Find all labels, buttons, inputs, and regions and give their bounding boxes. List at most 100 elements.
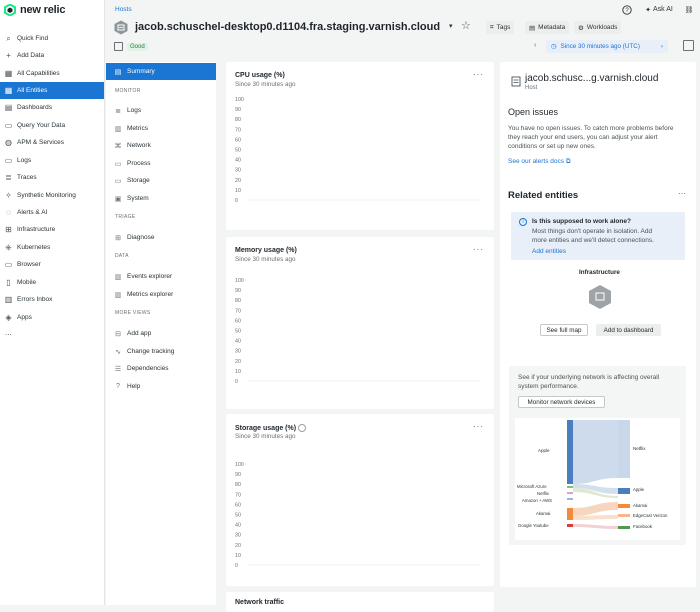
- nav-item-query-your-data[interactable]: ▭ Query Your Data: [0, 117, 104, 134]
- nav-item-label: Quick Find: [17, 35, 49, 42]
- tags-button[interactable]: ⌗ Tags: [486, 21, 515, 34]
- y-tick-label: 80: [235, 482, 241, 488]
- y-tick-label: 100: [235, 278, 244, 284]
- storage-usage-chart: 10090807060504030201006:10pm6:15pm6:20pm…: [235, 462, 481, 569]
- subnav-label: System: [127, 195, 149, 202]
- subnav-logs[interactable]: ≣ Logs: [106, 102, 216, 119]
- share-link-icon[interactable]: ⛓: [683, 3, 695, 16]
- nav-item-synthetic-monitoring[interactable]: ✧ Synthetic Monitoring: [0, 187, 104, 204]
- subnav-summary[interactable]: ▤ Summary: [106, 63, 216, 80]
- nav-item-quick-find[interactable]: ⌕ Quick Find: [0, 30, 104, 47]
- events-explorer-icon: ▥: [114, 273, 122, 281]
- see-full-map-button[interactable]: See full map: [540, 324, 588, 336]
- more-options-icon[interactable]: ···: [678, 189, 686, 198]
- nav-item-all-entities[interactable]: ▦ All Entities: [0, 82, 104, 99]
- help-circle-icon[interactable]: ?: [621, 3, 633, 16]
- y-tick-label: 70: [235, 127, 241, 133]
- add-to-dashboard-button[interactable]: Add to dashboard: [596, 324, 661, 336]
- subnav-storage[interactable]: ▭ Storage: [106, 172, 216, 189]
- nav-item-browser[interactable]: ▭ Browser: [0, 256, 104, 273]
- network-promo-box: See if your underlying network is affect…: [509, 366, 686, 545]
- help-icon: ?: [116, 383, 120, 390]
- sankey-left-label: Apple: [538, 448, 550, 453]
- kubernetes-icon: ⎈: [5, 242, 12, 252]
- y-tick-label: 10: [235, 369, 241, 375]
- time-prev-icon[interactable]: ‹: [534, 42, 536, 49]
- nav-item-label: Infrastructure: [17, 226, 56, 233]
- plus-icon: +: [6, 51, 11, 60]
- storage-usage-card: Storage usage (%) Since 30 minutes ago ·…: [226, 414, 494, 586]
- nav-item-label: Query Your Data: [17, 122, 66, 129]
- info-text: Most things don't operate in isolation. …: [532, 228, 653, 235]
- subnav-diagnose[interactable]: ⊞ Diagnose: [106, 229, 216, 246]
- time-picker[interactable]: ◷ Since 30 minutes ago (UTC) ›: [546, 40, 668, 53]
- alerts-docs-label: See our alerts docs: [508, 158, 565, 165]
- nav-item-label: Dashboards: [17, 104, 53, 111]
- add-entities-link[interactable]: Add entities: [532, 248, 566, 255]
- nav-item-all-capabilities[interactable]: ▦ All Capabilities: [0, 65, 104, 82]
- ask-ai-label: Ask AI: [653, 6, 673, 13]
- metadata-button[interactable]: ▤ Metadata: [525, 21, 570, 34]
- workloads-button[interactable]: ⚙ Workloads: [574, 21, 622, 34]
- favorite-star-icon[interactable]: ☆: [461, 19, 471, 32]
- nav-item-mobile[interactable]: ▯ Mobile: [0, 274, 104, 291]
- cpu-usage-card: CPU usage (%) Since 30 minutes ago ··· 1…: [226, 62, 494, 230]
- nav-item-label: APM & Services: [17, 139, 64, 146]
- more-nav-icon[interactable]: ...: [5, 328, 12, 337]
- nav-item-errors-inbox[interactable]: ▥ Errors Inbox: [0, 291, 104, 308]
- nav-item-apps[interactable]: ◈ Apps: [0, 309, 104, 326]
- globe-icon: ◍: [5, 138, 12, 147]
- nav-item-dashboards[interactable]: ▤ Dashboards: [0, 99, 104, 116]
- nav-item-infrastructure[interactable]: ⊞ Infrastructure: [0, 221, 104, 238]
- nav-item-alerts-ai[interactable]: ◌ Alerts & AI: [0, 204, 104, 221]
- nav-item-traces[interactable]: ≣ Traces: [0, 169, 104, 186]
- chevron-down-icon[interactable]: ▾: [449, 22, 453, 30]
- info-icon: i: [519, 218, 527, 226]
- metrics-icon: ▥: [114, 125, 122, 133]
- monitor-network-devices-button[interactable]: Monitor network devices: [518, 396, 605, 408]
- subnav-process[interactable]: ▭ Process: [106, 155, 216, 172]
- subnav-metrics-explorer[interactable]: ▥ Metrics explorer: [106, 286, 216, 303]
- new-relic-logo-icon: [4, 4, 16, 16]
- add-app-icon: ⊟: [115, 330, 121, 338]
- subnav-network[interactable]: ⌘ Network: [106, 137, 216, 154]
- subnav-label: Help: [127, 383, 141, 390]
- subnav-add-app[interactable]: ⊟ Add app: [106, 325, 216, 342]
- nav-item-logs[interactable]: ▭ Logs: [0, 152, 104, 169]
- infrastructure-node-icon[interactable]: [588, 284, 612, 310]
- layout-toggle-icon[interactable]: [114, 42, 123, 51]
- ask-ai-button[interactable]: ✦ Ask AI: [640, 3, 678, 16]
- info-callout: i Is this supposed to work alone? Most t…: [511, 212, 685, 260]
- host-entity-icon: [511, 76, 521, 87]
- sankey-left-label: Netflix: [537, 491, 549, 496]
- breadcrumb-hosts[interactable]: Hosts: [115, 6, 132, 13]
- brand-logo[interactable]: new relic: [4, 4, 65, 16]
- grid-view-icon[interactable]: [683, 40, 694, 51]
- subnav-system[interactable]: ▣ System: [106, 190, 216, 207]
- subnav-dependencies[interactable]: ☰ Dependencies: [106, 360, 216, 377]
- subnav-label: Network: [127, 142, 151, 149]
- memory-usage-card: Memory usage (%) Since 30 minutes ago ··…: [226, 237, 494, 409]
- host-entity-icon: [114, 20, 128, 35]
- y-tick-label: 90: [235, 472, 241, 478]
- subnav-help[interactable]: ? Help: [106, 378, 216, 395]
- nav-item-kubernetes[interactable]: ⎈ Kubernetes: [0, 239, 104, 256]
- subnav-events-explorer[interactable]: ▥ Events explorer: [106, 268, 216, 285]
- metrics-explorer-icon: ▥: [114, 291, 122, 299]
- y-tick-label: 0: [235, 379, 238, 385]
- nav-item-apm-services[interactable]: ◍ APM & Services: [0, 134, 104, 151]
- y-tick-label: 80: [235, 117, 241, 123]
- subnav-summary-label: Summary: [127, 68, 155, 75]
- nav-item-label: Alerts & AI: [17, 209, 48, 216]
- subnav-metrics[interactable]: ▥ Metrics: [106, 120, 216, 137]
- y-tick-label: 60: [235, 318, 241, 324]
- network-traffic-card: Network traffic: [226, 592, 494, 612]
- apps-icon: ◈: [5, 313, 12, 322]
- nav-item-add-data[interactable]: + Add Data: [0, 47, 104, 64]
- subnav-label: Events explorer: [127, 273, 173, 280]
- nav-item-label: Synthetic Monitoring: [17, 192, 76, 199]
- alerts-docs-link[interactable]: See our alerts docs ⧉: [508, 158, 570, 166]
- y-tick-label: 50: [235, 329, 241, 335]
- subnav-change-tracking[interactable]: ∿ Change tracking: [106, 343, 216, 360]
- status-badge: Good: [127, 43, 148, 51]
